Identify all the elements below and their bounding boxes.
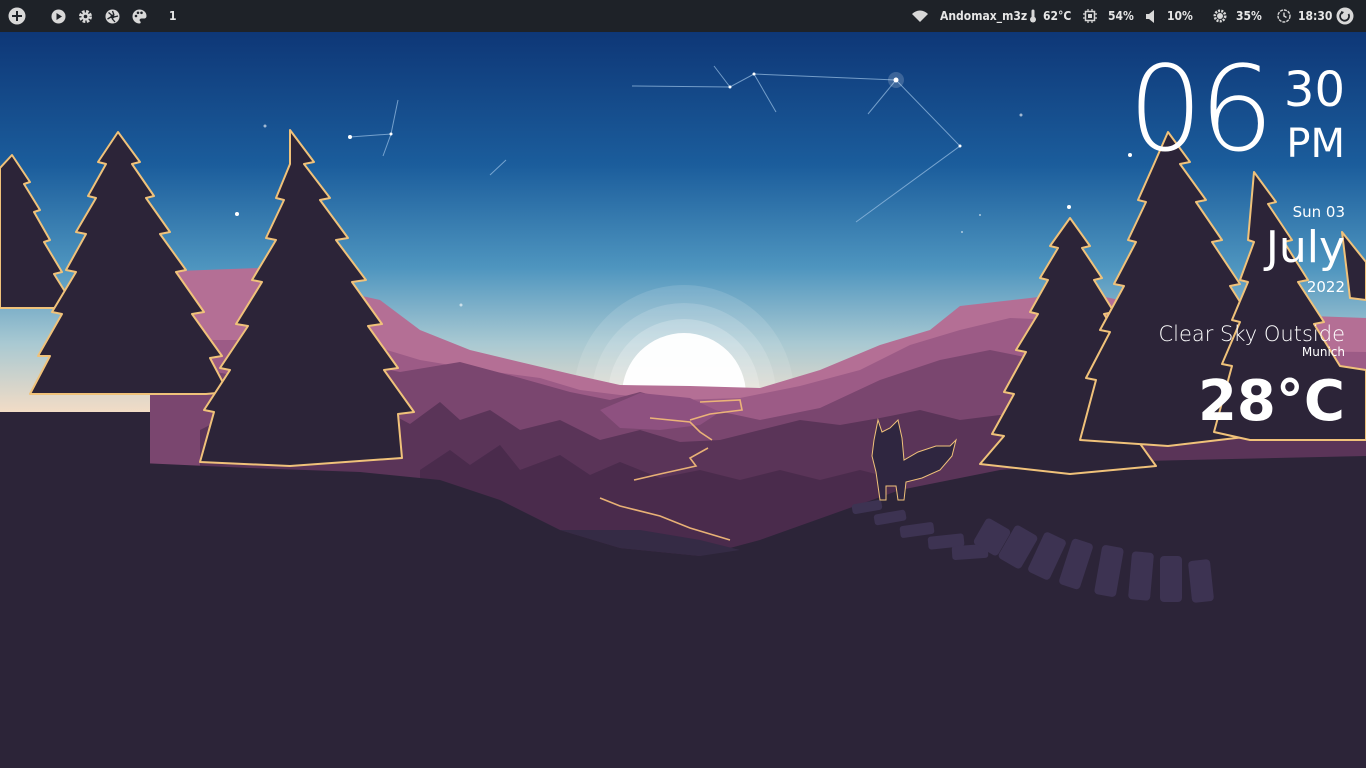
volume-status[interactable]: 10% [1146, 0, 1193, 32]
clock-status[interactable]: 18:30 [1277, 0, 1332, 32]
speaker-icon [1146, 9, 1154, 23]
palette-icon[interactable] [132, 0, 147, 32]
clock-label: 18:30 [1298, 9, 1333, 23]
clock-ampm: PM [1286, 121, 1345, 167]
workspace-indicator[interactable]: 1 [169, 0, 177, 32]
wifi-status[interactable]: Andomax_m3z [912, 0, 1027, 32]
top-panel: 1 Andomax_m3z 62°C 54% 10% 35% 18:30 [0, 0, 1366, 32]
add-circle-icon[interactable] [8, 0, 26, 32]
clock-minute: 30 [1283, 62, 1345, 118]
cpu-label: 54% [1108, 9, 1134, 23]
temperature-status: 62°C [1029, 0, 1071, 32]
play-circle-icon[interactable] [51, 0, 66, 32]
temperature-label: 62°C [1043, 9, 1072, 23]
gear-icon[interactable] [78, 0, 93, 32]
brightness-label: 35% [1236, 9, 1262, 23]
cpu-icon [1083, 9, 1097, 23]
brightness-status[interactable]: 35% [1213, 0, 1262, 32]
date-month: July [1265, 222, 1345, 273]
weather-condition: Clear Sky Outside [1158, 322, 1345, 346]
date-day: Sun 03 [1292, 203, 1345, 221]
clock-hour: 06 [1128, 40, 1274, 178]
aperture-icon[interactable] [105, 0, 120, 32]
power-button[interactable] [1336, 0, 1354, 32]
date-year: 2022 [1306, 278, 1345, 296]
thermometer-icon [1030, 9, 1036, 23]
weather-temperature: 28°C [1197, 369, 1345, 434]
brightness-icon [1213, 9, 1227, 23]
clock-icon [1277, 9, 1291, 23]
wifi-label: Andomax_m3z [940, 9, 1028, 23]
cpu-status: 54% [1083, 0, 1134, 32]
weather-city: Munich [1301, 345, 1345, 359]
workspace-number: 1 [169, 9, 177, 23]
power-icon [1336, 7, 1354, 25]
volume-label: 10% [1167, 9, 1193, 23]
wifi-icon [912, 10, 928, 22]
